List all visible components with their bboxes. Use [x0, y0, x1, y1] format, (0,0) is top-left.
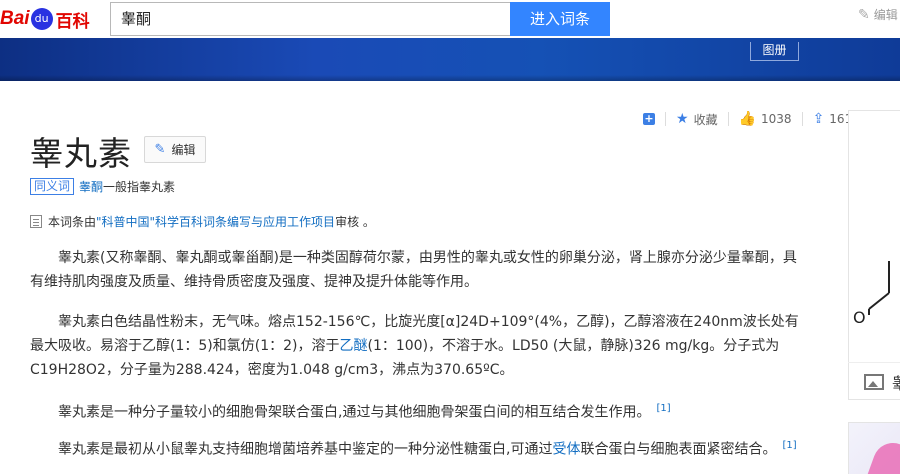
divider	[665, 112, 666, 126]
synonym-link[interactable]: 睾酮	[79, 178, 103, 195]
oxygen-label: O	[853, 308, 866, 327]
page-title: 睾丸素	[30, 134, 132, 173]
thumbs-up-icon[interactable]: 👍	[739, 111, 756, 127]
top-edit-link[interactable]: ✎ 编辑	[858, 6, 898, 23]
paragraph-3: 睾丸素是一种分子量较小的细胞骨架联合蛋白,通过与其他细胞骨架蛋白间的相互结合发生…	[30, 397, 810, 425]
paragraph-4-text-b: 联合蛋白与细胞表面紧密结合。	[580, 441, 777, 458]
album-button[interactable]: 图册	[750, 42, 799, 61]
pencil-icon: ✎	[858, 6, 870, 23]
document-icon	[30, 215, 42, 228]
synonym-text: 一般指睾丸素	[103, 180, 176, 194]
entry-toolbar: + ★ 收藏 👍 1038 ⇪ 161	[643, 110, 852, 128]
baidu-baike-logo[interactable]: Bai du 百科	[0, 6, 90, 32]
favorite-label[interactable]: 收藏	[694, 111, 718, 128]
edit-button-label: 编辑	[171, 143, 196, 157]
divider	[727, 112, 729, 126]
enter-entry-button[interactable]: 进入词条	[510, 2, 610, 36]
logo-text-baike: 百科	[55, 11, 90, 32]
paragraph-4: 睾丸素是最初从小鼠睾丸支持细胞增菌培养基中鉴定的一种分泌性糖蛋白,可通过受体联合…	[30, 434, 810, 462]
paragraph-2: 睾丸素白色结晶性粉末，无气味。熔点152-156℃，比旋光度[α]24D+109…	[30, 310, 810, 382]
synonym-tag[interactable]: 同义词	[30, 178, 75, 195]
structure-image-card[interactable]: O	[848, 110, 900, 400]
ether-link[interactable]: 乙醚	[339, 338, 367, 354]
paragraph-1-text: 睾丸素(又称睾酮、睾丸酮或睾甾酮)是一种类固醇荷尔蒙，由男性的睾丸或女性的卵巢分…	[30, 250, 797, 290]
paragraph-3-text: 睾丸素是一种分子量较小的细胞骨架联合蛋白,通过与其他细胞骨架蛋白间的相互结合发生…	[58, 404, 651, 421]
share-icon[interactable]: ⇪	[813, 111, 825, 127]
album-caption-text: 睾	[891, 373, 900, 393]
review-suffix: 审核 。	[335, 215, 375, 229]
promo-card[interactable]	[848, 422, 900, 474]
logo-text-bai: Bai	[0, 8, 30, 29]
divider	[801, 112, 803, 126]
paragraph-1: 睾丸素(又称睾酮、睾丸酮或睾甾酮)是一种类固醇荷尔蒙，由男性的睾丸或女性的卵巢分…	[30, 246, 810, 294]
synonym-row: 同义词 睾酮 一般指睾丸素	[30, 178, 175, 195]
paw-icon: du	[30, 8, 53, 30]
picture-icon	[864, 373, 884, 390]
flower-graphic	[867, 437, 900, 474]
reference-link[interactable]: [1]	[782, 440, 796, 451]
edit-button[interactable]: ✎ 编辑	[144, 136, 206, 163]
album-caption[interactable]: 睾	[848, 362, 900, 400]
review-project-link[interactable]: "科普中国"科学百科词条编写与应用工作项目	[96, 213, 335, 230]
top-edit-label: 编辑	[873, 8, 898, 22]
add-icon[interactable]: +	[643, 113, 655, 125]
paragraph-4-text-a: 睾丸素是最初从小鼠睾丸支持细胞增菌培养基中鉴定的一种分泌性糖蛋白,可通过	[58, 441, 553, 458]
top-bar: Bai du 百科 睾酮 进入词条 ✎ 编辑	[0, 0, 900, 38]
star-icon[interactable]: ★	[676, 111, 689, 127]
pencil-icon: ✎	[154, 142, 166, 157]
review-prefix: 本词条由	[48, 215, 97, 229]
reference-link[interactable]: [1]	[656, 403, 670, 414]
search-input[interactable]: 睾酮	[110, 2, 510, 36]
review-note: 本词条由 "科普中国"科学百科词条编写与应用工作项目 审核 。	[30, 213, 375, 230]
receptor-link[interactable]: 受体	[552, 442, 580, 458]
like-count: 1038	[761, 112, 792, 126]
